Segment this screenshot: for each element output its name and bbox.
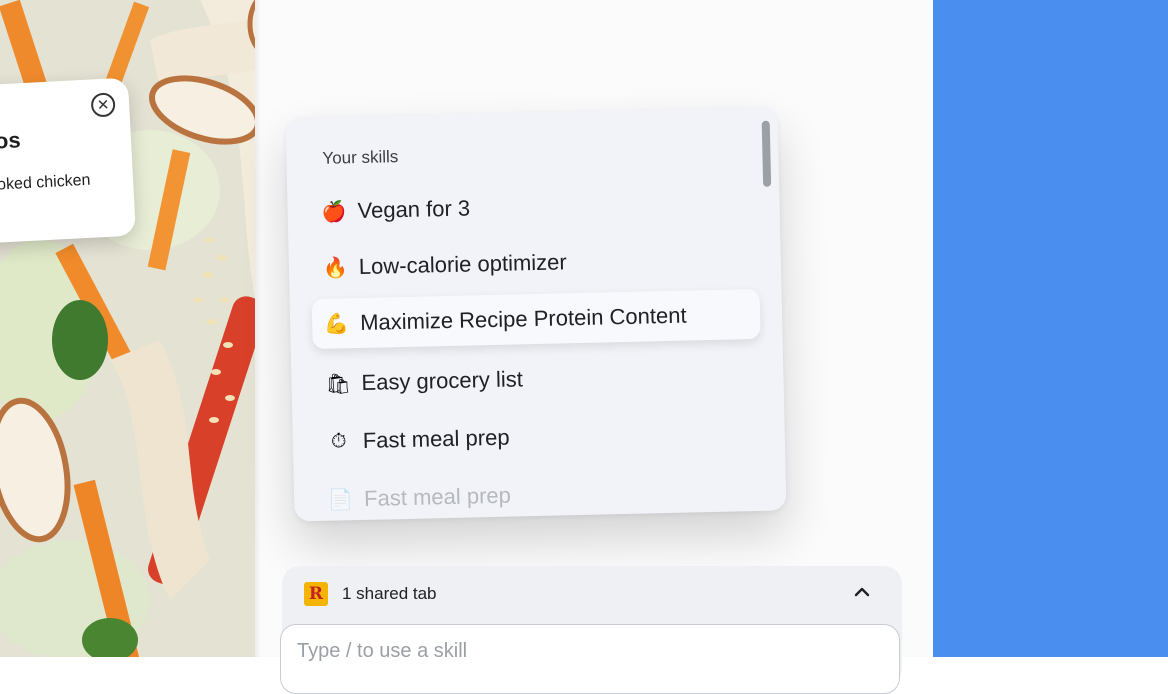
skill-item-fast-meal-prep[interactable]: ⏱ Fast meal prep: [314, 407, 763, 467]
prompt-input-box[interactable]: [280, 624, 900, 694]
document-icon: 📄: [327, 488, 354, 512]
shopping-bags-icon: 🛍: [325, 372, 352, 396]
composer: R 1 shared tab: [280, 566, 902, 694]
shared-tab-favicon-icon: R: [304, 582, 328, 606]
flexed-biceps-icon: 💪: [323, 312, 350, 336]
skill-item-low-calorie-optimizer[interactable]: 🔥 Low-calorie optimizer: [310, 233, 759, 293]
shared-tab-label[interactable]: 1 shared tab: [342, 584, 437, 604]
skill-item-label: Fast meal prep: [363, 482, 512, 511]
skill-item-vegan-for-3[interactable]: 🍎 Vegan for 3: [309, 177, 758, 237]
skill-item-maximize-recipe-protein-content[interactable]: 💪 Maximize Recipe Protein Content: [311, 288, 761, 350]
recipe-card-subtitle: oked chicken: [0, 171, 91, 194]
skill-item-label: Easy grocery list: [361, 366, 524, 395]
skill-item-easy-grocery-list[interactable]: 🛍 Easy grocery list: [313, 349, 762, 409]
apple-icon: 🍎: [321, 200, 347, 224]
skills-menu: Your skills 🍎 Vegan for 3 🔥 Low-calorie …: [285, 106, 787, 522]
recipe-card: ✕ os oked chicken: [0, 77, 137, 245]
panel-edge: [255, 0, 261, 657]
close-circle-icon[interactable]: ✕: [90, 92, 116, 118]
prompt-input[interactable]: [295, 639, 859, 664]
skill-item-label: Low-calorie optimizer: [358, 249, 567, 280]
stopwatch-icon: ⏱: [330, 429, 347, 453]
skill-item-label: Maximize Recipe Protein Content: [359, 302, 687, 335]
fire-icon: 🔥: [322, 256, 349, 280]
recipe-card-title: os: [0, 127, 22, 154]
skills-menu-heading: Your skills: [322, 147, 399, 168]
skills-menu-scrollbar[interactable]: [761, 120, 772, 187]
chevron-up-icon[interactable]: [852, 582, 872, 602]
skill-item-label: Fast meal prep: [362, 424, 510, 453]
skill-item-label: Vegan for 3: [357, 195, 471, 224]
blue-background: [933, 0, 1168, 657]
